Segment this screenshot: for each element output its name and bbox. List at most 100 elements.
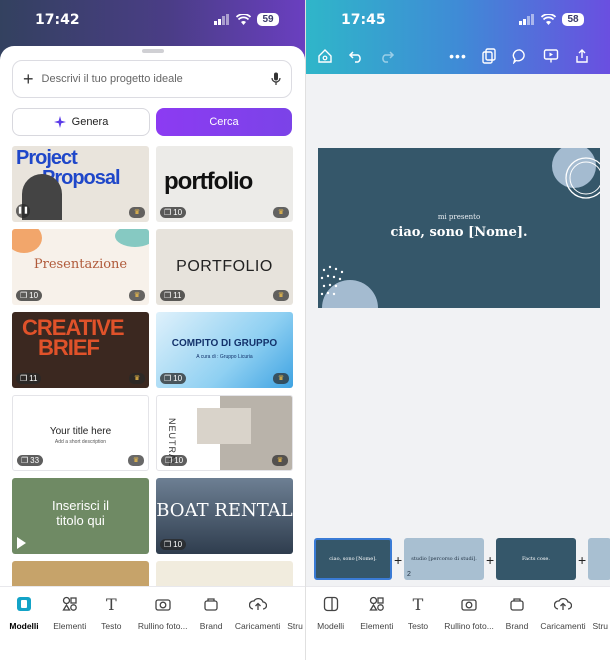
comment-icon[interactable] xyxy=(509,46,531,66)
tab-elementi[interactable]: Elementi xyxy=(52,593,87,660)
play-icon[interactable] xyxy=(17,537,26,549)
dots-decoration xyxy=(320,265,378,308)
page-count: ❐ 11 xyxy=(16,373,42,384)
template-title: COMPITO DI GRUPPO xyxy=(171,338,278,349)
search-field[interactable]: + Descrivi il tuo progetto ideale xyxy=(12,60,292,98)
template-title: Your title here xyxy=(49,426,112,437)
tab-testo[interactable]: T Testo xyxy=(97,593,125,660)
upload-icon xyxy=(552,593,574,615)
genera-label: Genera xyxy=(71,116,109,128)
page-thumbnail[interactable] xyxy=(588,538,610,580)
add-page-icon[interactable]: + xyxy=(486,552,494,568)
add-page-icon[interactable]: + xyxy=(578,552,586,568)
plus-icon[interactable]: + xyxy=(23,70,34,88)
sheet-grabber[interactable] xyxy=(141,49,164,53)
template-card[interactable]: Project Proposal ❚❚ ♛ xyxy=(12,146,149,222)
tab-brand[interactable]: Brand xyxy=(196,593,226,660)
microphone-icon[interactable] xyxy=(271,72,281,86)
pages-icon: ❐ xyxy=(20,374,28,383)
template-card[interactable]: PORTFOLIO ❐ 11 ♛ xyxy=(156,229,293,305)
page-count-value: 33 xyxy=(30,456,40,465)
slide-canvas[interactable]: mi presento ciao, sono [Nome]. xyxy=(318,148,600,308)
page-thumbnail[interactable]: Facts cose. xyxy=(496,538,576,580)
redo-icon[interactable] xyxy=(376,46,398,66)
pause-icon[interactable]: ❚❚ xyxy=(16,204,30,218)
wifi-icon xyxy=(236,14,251,25)
pages-icon: ❐ xyxy=(20,291,28,300)
template-subtitle: A cura di : Gruppo Licuria xyxy=(196,354,253,360)
template-card[interactable]: Presentazione ❐ 10 ♛ xyxy=(12,229,149,305)
crown-icon: ♛ xyxy=(273,373,289,384)
template-card[interactable]: BOAT RENTAL ❐ 10 xyxy=(156,478,293,554)
tab-rullino[interactable]: Rullino foto... xyxy=(137,593,188,660)
text-icon: T xyxy=(412,594,424,614)
more-icon[interactable]: ••• xyxy=(447,46,469,66)
crown-icon: ♛ xyxy=(272,455,288,466)
tab-modelli[interactable]: Modelli xyxy=(316,593,345,660)
template-card[interactable]: Inserisci il titolo qui xyxy=(12,478,149,554)
tab-label: Elementi xyxy=(360,621,394,631)
tab-strumenti[interactable]: Stru xyxy=(592,593,610,660)
status-icons: 58 xyxy=(519,13,584,26)
template-card[interactable]: COMPITO DI GRUPPO A cura di : Gruppo Lic… xyxy=(156,312,293,388)
template-card[interactable]: portfolio ❐ 10 ♛ xyxy=(156,146,293,222)
tab-label: Rullino foto... xyxy=(444,621,494,631)
thumbnail-text: Facts cose. xyxy=(521,556,550,562)
genera-button[interactable]: Genera xyxy=(12,108,150,136)
editor-header: 17:45 58 ••• xyxy=(306,0,610,74)
tab-label: Stru xyxy=(287,621,303,631)
tab-testo[interactable]: T Testo xyxy=(404,593,431,660)
tab-modelli[interactable]: Modelli xyxy=(9,593,39,660)
template-card[interactable] xyxy=(156,561,293,586)
thumbnail-text: ciao, sono [Nome]. xyxy=(329,556,377,562)
status-time: 17:45 xyxy=(341,12,386,28)
cerca-label: Cerca xyxy=(209,116,239,128)
page-count: ❐ 10 xyxy=(160,539,187,550)
page-count: ❐ 11 xyxy=(160,290,186,301)
tab-label: Modelli xyxy=(9,621,39,631)
sparkle-icon xyxy=(53,116,66,128)
template-card[interactable]: Your title here Add a short description … xyxy=(12,395,149,471)
template-card[interactable] xyxy=(12,561,149,586)
cerca-button[interactable]: Cerca xyxy=(156,108,292,136)
status-bar: 17:45 58 xyxy=(306,0,610,40)
crown-icon: ♛ xyxy=(129,207,145,218)
pages-icon[interactable] xyxy=(478,46,500,66)
template-title-line2: titolo qui xyxy=(56,513,105,528)
template-title: BOAT RENTAL xyxy=(156,500,293,521)
share-icon[interactable] xyxy=(571,46,593,66)
slide-title[interactable]: ciao, sono [Nome]. xyxy=(318,225,600,240)
page-thumbnail[interactable]: studio [percorso di studi]. 2 xyxy=(404,538,484,580)
tab-elementi[interactable]: Elementi xyxy=(359,593,394,660)
tab-caricamenti[interactable]: Caricamenti xyxy=(234,593,281,660)
tab-brand[interactable]: Brand xyxy=(502,593,531,660)
tab-label: Rullino foto... xyxy=(137,621,188,631)
photo xyxy=(197,408,251,444)
template-card[interactable]: CREATIVE BRIEF ❐ 11 ♛ xyxy=(12,312,149,388)
crown-icon: ♛ xyxy=(129,373,145,384)
slide-subtitle[interactable]: mi presento xyxy=(318,213,600,221)
page-strip: ciao, sono [Nome]. + studio [percorso di… xyxy=(306,532,610,584)
home-icon[interactable] xyxy=(314,46,336,66)
add-page-icon[interactable]: + xyxy=(394,552,402,568)
template-card[interactable]: NEUTRAL ❐ 10 ♛ xyxy=(156,395,293,471)
tab-rullino[interactable]: Rullino foto... xyxy=(444,593,495,660)
templates-icon xyxy=(320,593,342,615)
right-screen: 17:45 58 ••• mi presento ciao, sono [Nom… xyxy=(305,0,610,660)
templates-icon xyxy=(13,593,35,615)
thumbnail-text: studio [percorso di studi]. xyxy=(411,556,477,562)
page-count: ❐ 10 xyxy=(160,207,187,218)
tools-icon xyxy=(592,593,610,615)
tab-caricamenti[interactable]: Caricamenti xyxy=(540,593,587,660)
tab-label: Caricamenti xyxy=(540,621,586,631)
tab-strumenti[interactable]: Stru xyxy=(287,593,305,660)
page-count-value: 10 xyxy=(29,291,39,300)
tab-label: Brand xyxy=(505,621,529,631)
present-icon[interactable] xyxy=(540,46,562,66)
signal-icon xyxy=(214,14,229,25)
page-thumbnail[interactable]: ciao, sono [Nome]. xyxy=(314,538,392,580)
undo-icon[interactable] xyxy=(345,46,367,66)
pages-icon: ❐ xyxy=(164,291,172,300)
page-count: ❐ 10 xyxy=(161,455,188,466)
thumbnail-number: 2 xyxy=(407,571,411,578)
